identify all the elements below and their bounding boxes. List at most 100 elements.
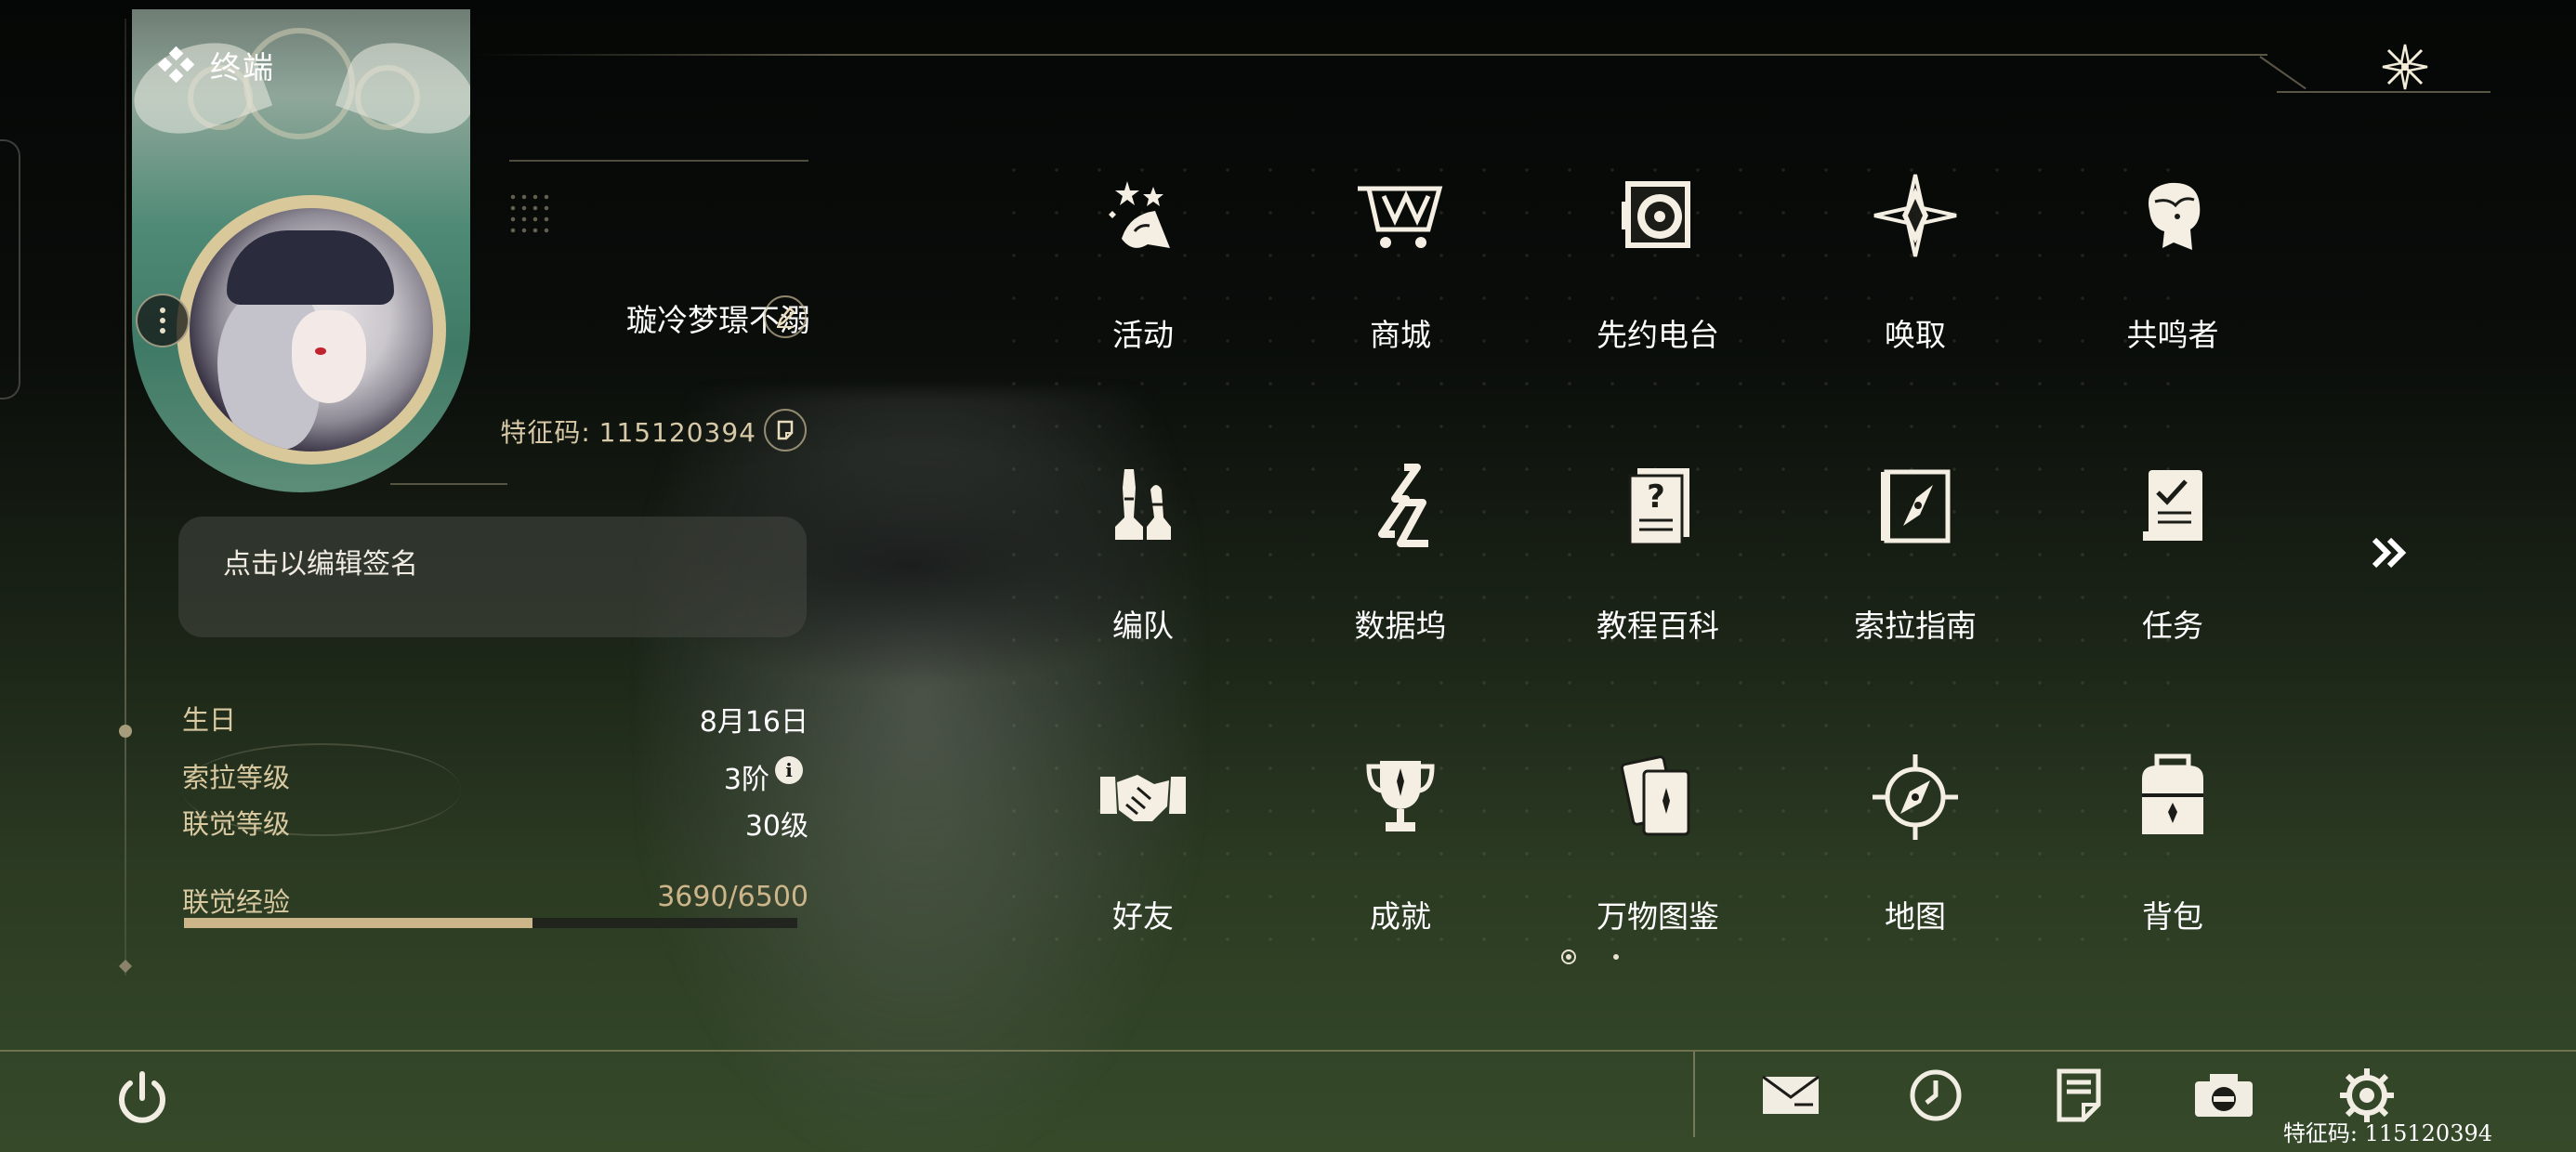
mail-icon [1762,1075,1820,1114]
menu-label: 商城 [1370,317,1431,353]
menu-label: 成就 [1370,898,1431,935]
avatar[interactable] [190,208,433,452]
tutorial-book-icon: ? [1628,468,1689,546]
signature-placeholder: 点击以编辑签名 [223,548,418,581]
menu-label: 索拉指南 [1854,608,1977,644]
deco-dots [507,191,554,238]
avatar-face [292,310,366,403]
menu-item-map[interactable]: 地图 [1808,730,2022,972]
menu-label: 唤取 [1885,317,1946,353]
avatar-hat [227,230,394,305]
uid-label: 特征码: [500,417,591,448]
menu-label: 地图 [1885,898,1946,935]
deco-line [509,160,808,162]
uid-display: 特征码: 115120394 [500,412,756,450]
menu-item-resonators[interactable]: 共鸣者 [2066,149,2280,390]
menu-item-tutorial[interactable]: ? 教程百科 [1551,439,1765,681]
event-stars-icon [1109,181,1170,248]
exp-progress-fill [184,918,532,928]
left-line-diamond [118,959,133,974]
power-icon [119,1071,165,1123]
quest-check-icon [2143,470,2202,541]
menu-item-team[interactable]: 编队 [1036,439,1250,681]
menu-label: 好友 [1112,898,1174,935]
more-dot [160,318,165,323]
clock-button[interactable] [1903,1063,1968,1128]
notice-button[interactable] [2046,1063,2111,1128]
profile-more-button[interactable] [136,294,190,347]
info-icon[interactable]: i [775,756,803,784]
camera-button[interactable] [2191,1063,2256,1128]
mail-button[interactable] [1758,1063,1823,1128]
menu-label: 背包 [2142,898,2203,935]
more-dot [160,328,165,334]
radio-record-icon [1622,181,1690,248]
top-frame-line [474,54,2267,56]
menu-label: 先约电台 [1597,317,1719,353]
menu-label: 万物图鉴 [1597,898,1719,935]
guidebook-compass-icon [1881,469,1951,543]
chess-pieces-icon [1115,469,1171,540]
menu-item-quests[interactable]: 任务 [2066,439,2280,681]
clock-icon [1910,1069,1962,1121]
birthday-value: 8月16日 [699,706,808,739]
menu-label: 任务 [2142,608,2203,644]
compass-star-icon [1873,174,1957,257]
more-dot [160,308,165,313]
double-chevron-right-icon [2372,537,2407,569]
notice-icon [2057,1068,2101,1122]
map-compass-icon [1873,754,1958,840]
union-exp-value: 3690/6500 [657,881,808,913]
avatar-eye [315,347,326,355]
left-vertical-line [125,19,126,975]
menu-item-guidebook[interactable]: 索拉指南 [1808,439,2022,681]
pencil-icon [776,307,795,328]
shop-cart-icon [1358,186,1443,248]
menu-grid: 活动 商城 先约电台 唤取 共鸣者 编队 数据坞 ? 教程百科 索拉指南 任务 … [992,149,2219,957]
signature-field[interactable]: 点击以编辑签名 [178,517,807,637]
union-exp-label: 联觉经验 [182,886,291,918]
banner-wing [335,26,470,151]
page-indicator-active[interactable] [1561,949,1576,964]
birthday-label: 生日 [182,704,237,736]
side-bracket [0,139,20,399]
menu-item-convene[interactable]: 唤取 [1808,149,2022,390]
sola-level-label: 索拉等级 [182,762,291,793]
page-indicator[interactable] [1613,954,1619,960]
edit-name-button[interactable] [764,295,807,338]
menu-item-shop[interactable]: 商城 [1294,149,1507,390]
menu-item-codex[interactable]: 万物图鉴 [1551,730,1765,972]
camera-icon [2195,1074,2253,1117]
deco-line [390,483,507,485]
data-dock-icon [1378,464,1428,547]
bottom-bar-divider [0,1050,2576,1052]
menu-label: 数据坞 [1354,608,1447,644]
resonator-head-icon [2148,182,2201,250]
handshake-icon [1100,775,1186,821]
union-level-value: 30级 [744,810,808,843]
menu-item-radio[interactable]: 先约电台 [1551,149,1765,390]
power-button[interactable] [110,1067,175,1132]
menu-label: 编队 [1112,608,1174,644]
menu-item-friends[interactable]: 好友 [1036,730,1250,972]
uid-value: 115120394 [598,417,756,448]
menu-item-data-dock[interactable]: 数据坞 [1294,439,1507,681]
next-page-button[interactable] [2366,530,2412,576]
backpack-icon [2142,753,2203,834]
four-point-star-close-icon [2382,44,2428,90]
copy-uid-button[interactable] [764,409,807,452]
copy-icon [777,420,794,440]
menu-item-backpack[interactable]: 背包 [2066,730,2280,972]
menu-label: 教程百科 [1597,608,1719,644]
svg-text:?: ? [1647,478,1665,516]
bottom-bar-separator [1693,1052,1695,1137]
sola-level-value: 3阶 [723,764,769,796]
cards-codex-icon [1620,755,1690,836]
menu-item-achievements[interactable]: 成就 [1294,730,1507,972]
trophy-icon [1366,761,1435,831]
page-header: 终端 [158,43,275,87]
footer-uid: 特征码: 115120394 [2282,1120,2492,1146]
menu-item-activity[interactable]: 活动 [1036,149,1250,390]
close-button[interactable] [2375,37,2435,97]
exp-progress-bar [184,918,797,928]
